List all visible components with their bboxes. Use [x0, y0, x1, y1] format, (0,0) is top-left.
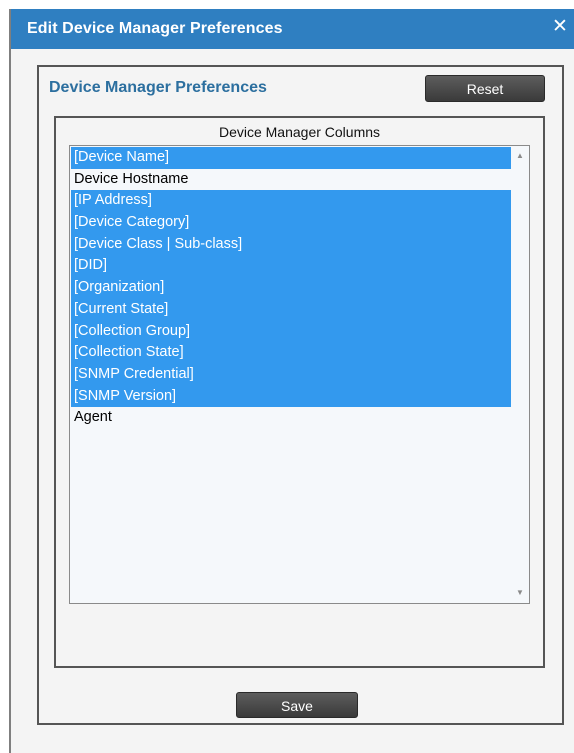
scroll-up-arrow-icon[interactable]: ▲: [511, 148, 529, 164]
dialog-title: Edit Device Manager Preferences: [27, 20, 283, 37]
list-item[interactable]: [Current State]: [71, 298, 511, 321]
close-icon[interactable]: ✕: [550, 15, 570, 39]
listbox-scrollbar[interactable]: ▲ ▼: [511, 146, 529, 603]
panel-title: Device Manager Preferences: [49, 79, 267, 96]
columns-panel: Device Manager Columns [Device Name] Devi…: [54, 116, 545, 668]
list-item[interactable]: [IP Address]: [71, 190, 511, 213]
save-button[interactable]: Save: [236, 692, 358, 718]
columns-list: [Device Name] Device Hostname [IP Address]…: [71, 147, 511, 429]
edit-preferences-dialog: Edit Device Manager Preferences ✕ Device…: [9, 9, 574, 753]
list-item[interactable]: Agent: [71, 407, 511, 429]
scroll-down-arrow-icon[interactable]: ▼: [511, 585, 529, 601]
list-item[interactable]: Device Hostname: [71, 169, 511, 191]
list-item[interactable]: [Device Category]: [71, 212, 511, 234]
columns-heading: Device Manager Columns: [218, 124, 381, 140]
list-item[interactable]: [SNMP Version]: [71, 385, 511, 408]
list-item[interactable]: [SNMP Credential]: [71, 363, 511, 386]
list-item[interactable]: [Collection State]: [71, 342, 511, 364]
columns-listbox[interactable]: [Device Name] Device Hostname [IP Address]…: [69, 145, 530, 604]
preferences-panel: Device Manager Preferences Reset Device …: [37, 65, 564, 725]
list-item[interactable]: [Collection Group]: [71, 320, 511, 343]
reset-button[interactable]: Reset: [425, 75, 545, 102]
dialog-titlebar: Edit Device Manager Preferences ✕: [11, 9, 574, 49]
list-item[interactable]: [Device Class | Sub-class]: [71, 233, 511, 256]
list-item[interactable]: [Organization]: [71, 277, 511, 299]
list-item[interactable]: [DID]: [71, 255, 511, 278]
list-item[interactable]: [Device Name]: [71, 147, 511, 169]
